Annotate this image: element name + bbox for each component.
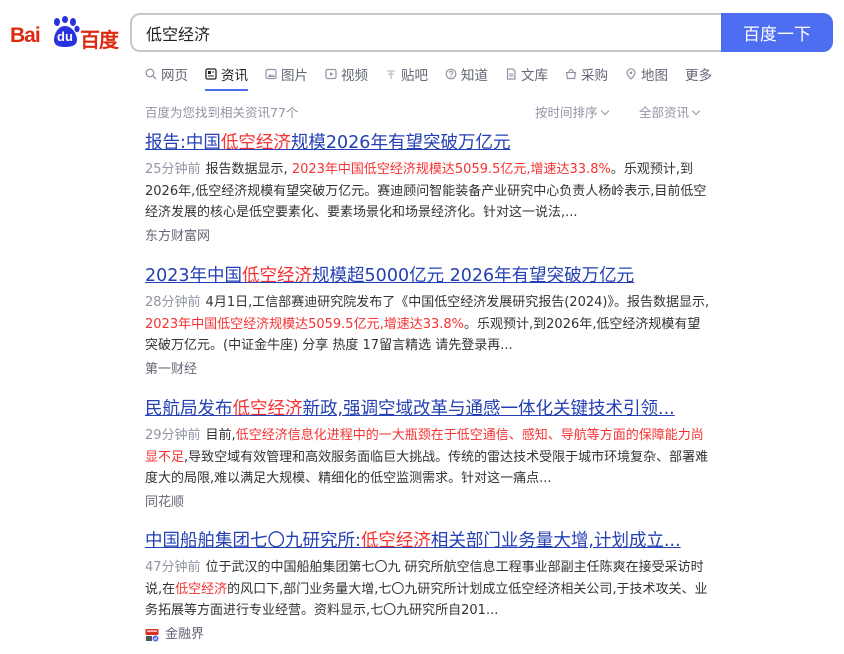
tab-label: 采购 <box>581 68 608 84</box>
source-name: 同花顺 <box>145 494 185 510</box>
chevron-down-icon <box>691 106 701 116</box>
result-title-link[interactable]: 民航局发布低空经济新政,强调空域改革与通感一体化关键技术引领... <box>145 397 710 421</box>
result-abstract: 29分钟前 目前,低空经济信息化进程中的一大瓶颈在于低空通信、感知、导航等方面的保… <box>145 425 710 490</box>
tab-6[interactable]: 文库 <box>505 64 548 84</box>
abstract-text: 4月1日,工信部赛迪研究院发布了《中国低空经济发展研究报告(2024)》。报告数… <box>205 295 710 310</box>
search-tabs: 网页 资讯 图片 视频 贴吧 知道 文库 采购 地图 更多 <box>145 64 729 92</box>
result-title-link[interactable]: 2023年中国低空经济规模超5000亿元 2026年有望突破万亿元 <box>145 264 710 288</box>
abstract-text: ,导致空域有效管理和高效服务面临巨大挑战。传统的雷达技术受限于城市环境复杂、部署… <box>145 449 709 487</box>
title-highlight: 低空经济 <box>242 266 313 286</box>
tab-label: 地图 <box>641 68 668 84</box>
baidu-logo[interactable]: Bai du 百度 <box>10 14 119 52</box>
search-button[interactable]: 百度一下 <box>721 13 833 52</box>
tab-2[interactable]: 图片 <box>265 64 308 84</box>
result-count: 百度为您找到相关资讯77个 <box>145 105 299 120</box>
tab-7[interactable]: 采购 <box>565 64 608 84</box>
logo-bai-text: Bai <box>10 24 41 47</box>
result-item: 2023年中国低空经济规模超5000亿元 2026年有望突破万亿元 28分钟前 4月… <box>145 264 710 379</box>
jinrongjie-logo-icon <box>145 628 159 641</box>
video-icon <box>325 68 337 80</box>
result-abstract: 47分钟前 位于武汉的中国船舶集团第七〇九 研究所航空信息工程事业部副主任陈爽在接… <box>145 557 710 622</box>
logo-du-text: du <box>57 29 73 44</box>
tab-4[interactable]: 贴吧 <box>385 64 428 84</box>
result-time: 28分钟前 <box>145 295 201 310</box>
result-meta-bar: 百度为您找到相关资讯77个 按时间排序 全部资讯 <box>145 102 705 120</box>
result-abstract: 28分钟前 4月1日,工信部赛迪研究院发布了《中国低空经济发展研究报告(2024)… <box>145 292 710 357</box>
image-icon <box>265 68 277 80</box>
tab-label: 网页 <box>161 68 188 84</box>
result-source[interactable]: 东方财富网 <box>145 228 710 246</box>
title-text: 规模超5000亿元 2026年有望突破万亿元 <box>312 266 635 286</box>
title-highlight: 低空经济 <box>360 531 431 551</box>
tieba-icon <box>387 70 395 79</box>
logo-chinese-text: 百度 <box>80 28 119 52</box>
title-text: 2023年中国 <box>145 266 243 286</box>
result-title-link[interactable]: 报告:中国低空经济规模2026年有望突破万亿元 <box>145 131 710 155</box>
tab-label: 更多 <box>685 68 712 84</box>
result-source[interactable]: 第一财经 <box>145 361 710 379</box>
tab-8[interactable]: 地图 <box>625 64 668 84</box>
news-icon <box>205 68 217 80</box>
title-text: 民航局发布 <box>145 399 233 419</box>
result-item: 民航局发布低空经济新政,强调空域改革与通感一体化关键技术引领... 29分钟前 目前… <box>145 397 710 512</box>
map-icon <box>626 68 636 80</box>
tab-3[interactable]: 视频 <box>325 64 368 84</box>
title-highlight: 低空经济 <box>232 399 303 419</box>
abstract-highlight: 低空经济 <box>175 581 228 597</box>
question-icon <box>445 68 457 80</box>
title-highlight: 低空经济 <box>220 133 291 153</box>
source-name: 东方财富网 <box>145 228 211 244</box>
result-source[interactable]: 同花顺 <box>145 494 710 512</box>
title-text: 相关部门业务量大增,计划成立... <box>430 531 681 551</box>
result-time: 25分钟前 <box>145 162 201 177</box>
tab-label: 资讯 <box>221 68 248 84</box>
doc-icon <box>506 68 516 80</box>
source-name: 第一财经 <box>145 361 198 377</box>
result-abstract: 25分钟前 报告数据显示, 2023年中国低空经济规模达5059.5亿元,增速达3… <box>145 159 710 224</box>
tab-1[interactable]: 资讯 <box>205 64 248 91</box>
search-icon <box>145 68 157 80</box>
result-source[interactable]: 金融界 <box>145 626 710 644</box>
result-title-link[interactable]: 中国船舶集团七〇九研究所:低空经济相关部门业务量大增,计划成立... <box>145 529 710 553</box>
result-item: 报告:中国低空经济规模2026年有望突破万亿元 25分钟前 报告数据显示, 2023… <box>145 131 710 246</box>
filter-label: 全部资讯 <box>639 105 690 120</box>
tab-label: 文库 <box>521 68 548 84</box>
tab-5[interactable]: 知道 <box>445 64 488 84</box>
abstract-highlight: 2023年中国低空经济规模达5059.5亿元,增速达33.8% <box>145 316 465 332</box>
sort-dropdown[interactable]: 按时间排序 <box>535 102 609 121</box>
source-name: 金融界 <box>165 626 205 642</box>
tab-label: 贴吧 <box>401 68 428 84</box>
title-text: 报告:中国 <box>145 133 221 153</box>
result-time: 29分钟前 <box>145 428 201 443</box>
abstract-text: 的风口下,部门业务量大增,七〇九研究所计划成立低空经济相关公司,于技术攻关、业务… <box>145 581 708 619</box>
search-input[interactable] <box>132 15 724 50</box>
tab-0[interactable]: 网页 <box>145 64 188 84</box>
tab-label: 图片 <box>281 68 308 84</box>
result-item: 中国船舶集团七〇九研究所:低空经济相关部门业务量大增,计划成立... 47分钟前位… <box>145 529 710 644</box>
abstract-text: 报告数据显示, <box>205 162 292 177</box>
title-text: 规模2026年有望突破万亿元 <box>290 133 511 153</box>
tab-9[interactable]: 更多 <box>685 64 712 84</box>
abstract-text: 目前, <box>205 428 236 443</box>
title-text: 中国船舶集团七〇九研究所: <box>145 531 361 551</box>
sort-label: 按时间排序 <box>535 105 598 120</box>
title-text: 新政,强调空域改革与通感一体化关键技术引领... <box>302 399 675 419</box>
chevron-down-icon <box>600 106 609 116</box>
result-time: 47分钟前 <box>145 560 201 575</box>
tab-label: 知道 <box>461 68 488 84</box>
filter-dropdown[interactable]: 全部资讯 <box>639 102 701 121</box>
abstract-highlight: 2023年中国低空经济规模达5059.5亿元,增速达33.8% <box>291 162 611 177</box>
search-box <box>130 13 724 52</box>
basket-icon <box>565 68 577 80</box>
tab-label: 视频 <box>341 68 368 84</box>
